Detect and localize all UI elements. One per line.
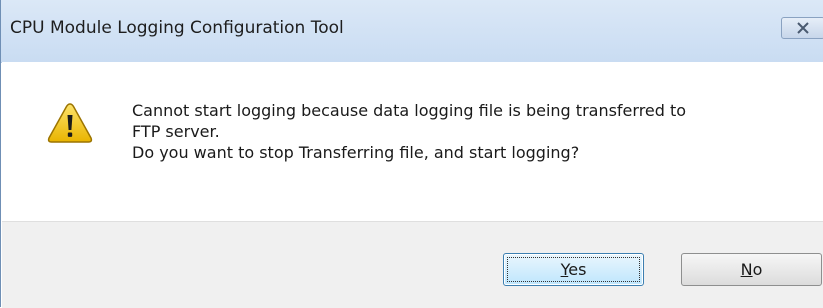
yes-label-rest: es: [568, 260, 587, 279]
no-button-label: No: [741, 260, 763, 279]
dialog-body: Cannot start logging because data loggin…: [2, 62, 823, 221]
yes-button[interactable]: Yes: [503, 253, 644, 286]
warning-triangle-icon: [47, 103, 93, 143]
message-dialog: CPU Module Logging Configuration Tool Ca…: [0, 0, 823, 308]
message-line-1: Cannot start logging because data loggin…: [132, 101, 687, 120]
close-x-icon: [797, 22, 809, 34]
no-mnemonic: N: [740, 260, 753, 279]
window-title: CPU Module Logging Configuration Tool: [10, 18, 344, 38]
title-bar[interactable]: CPU Module Logging Configuration Tool: [1, 0, 823, 63]
button-bar: Yes No: [2, 221, 823, 308]
no-button[interactable]: No: [681, 253, 822, 286]
close-button[interactable]: [781, 17, 823, 39]
yes-button-label: Yes: [561, 260, 587, 279]
message-line-2: FTP server.: [132, 122, 220, 141]
dialog-message: Cannot start logging because data loggin…: [132, 100, 792, 163]
no-label-rest: o: [752, 260, 763, 279]
message-line-3: Do you want to stop Transferring file, a…: [132, 143, 580, 162]
